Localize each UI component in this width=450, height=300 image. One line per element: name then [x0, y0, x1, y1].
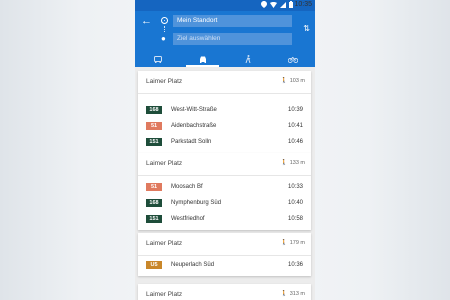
origin-input[interactable]: Mein Standort	[173, 15, 292, 27]
stop-card-header: Laimer Platz 🚶 103 m	[138, 71, 311, 94]
signal-icon	[280, 1, 286, 8]
departure-row[interactable]: 151 Parkstadt Solln 10:46	[138, 134, 311, 150]
origin-marker-icon	[161, 17, 168, 24]
transport-mode-tabs	[135, 51, 315, 67]
walk-icon: 🚶	[280, 291, 288, 297]
departure-time: 10:39	[287, 107, 303, 113]
stop-name: Laimer Platz	[146, 240, 183, 247]
car-icon	[199, 56, 206, 63]
status-icons	[261, 1, 293, 8]
phone-screen: 10:35 ← ● Mein Standort Ziel auswählen ⇅	[135, 0, 315, 300]
departure-time: 10:36	[287, 262, 303, 268]
destination-name: Neuperlach Süd	[171, 262, 215, 268]
destination-name: Nymphenburg Süd	[171, 200, 222, 206]
status-bar: 10:35	[135, 0, 315, 11]
stop-distance: 🚶 133 m	[281, 160, 305, 166]
stop-distance: 🚶 103 m	[281, 78, 305, 84]
stop-name: Laimer Platz	[146, 78, 183, 85]
stop-card-header: Laimer Platz 🚶 313 m	[138, 284, 311, 300]
wifi-icon	[270, 1, 277, 8]
distance-value: 103 m	[289, 78, 305, 84]
walk-icon: 🚶	[280, 160, 288, 166]
line-badge: 168	[146, 199, 162, 207]
destination-input[interactable]: Ziel auswählen	[173, 33, 292, 45]
departure-row[interactable]: 168 Nymphenburg Süd 10:40	[138, 195, 311, 211]
stop-card-header: Laimer Platz 🚶 179 m	[138, 233, 311, 256]
stop-distance: 🚶 179 m	[281, 240, 305, 246]
destination-name: West-Witt-Straße	[171, 107, 217, 113]
destination-name: Moosach Bf	[171, 184, 203, 190]
departure-row[interactable]: 51 Aidenbachstraße 10:41	[138, 118, 311, 134]
battery-icon	[289, 1, 293, 8]
tab-walk[interactable]	[225, 51, 270, 67]
departure-row[interactable]: U5 Neuperlach Süd 10:36	[138, 257, 311, 273]
departure-row[interactable]: 51 Moosach Bf 10:33	[138, 179, 311, 195]
stop-name: Laimer Platz	[146, 291, 183, 298]
line-badge: 151	[146, 138, 162, 146]
swap-icon[interactable]: ⇅	[303, 25, 310, 33]
line-badge: U5	[146, 261, 162, 269]
tab-public-transport[interactable]	[135, 51, 180, 67]
stop-name: Laimer Platz	[146, 160, 183, 167]
stop-card[interactable]: Laimer Platz 🚶 133 m 51 Moosach Bf 10:33 …	[138, 153, 311, 230]
line-badge: 168	[146, 106, 162, 114]
departure-time: 10:58	[287, 216, 303, 222]
back-arrow-icon[interactable]: ←	[141, 14, 152, 28]
route-connector	[164, 26, 166, 32]
location-status-icon	[261, 1, 267, 8]
destination-name: Westfriedhof	[171, 216, 205, 222]
app-bar: ← ● Mein Standort Ziel auswählen ⇅	[135, 11, 315, 67]
status-time: 10:35	[294, 1, 312, 8]
departure-time: 10:41	[287, 123, 303, 129]
walk-icon	[245, 55, 250, 63]
line-badge: 51	[146, 122, 162, 130]
distance-value: 313 m	[289, 291, 305, 297]
destination-name: Parkstadt Solln	[171, 139, 212, 145]
tab-bike[interactable]	[270, 51, 315, 67]
tab-car[interactable]	[180, 51, 225, 67]
line-badge: 151	[146, 215, 162, 223]
stop-card[interactable]: Laimer Platz 🚶 103 m 168 West-Witt-Straße…	[138, 71, 311, 153]
departure-row[interactable]: 151 Westfriedhof 10:58	[138, 211, 311, 227]
stop-card[interactable]: Laimer Platz 🚶 313 m	[138, 284, 311, 300]
bus-icon	[153, 55, 162, 63]
departure-row[interactable]: 168 West-Witt-Straße 10:39	[138, 102, 311, 118]
destination-name: Aidenbachstraße	[171, 123, 217, 129]
distance-value: 179 m	[289, 240, 305, 246]
destination-pin-icon: ●	[161, 34, 166, 43]
departure-time: 10:33	[287, 184, 303, 190]
stop-card-header: Laimer Platz 🚶 133 m	[138, 153, 311, 176]
bike-icon	[287, 56, 298, 63]
departure-time: 10:46	[287, 139, 303, 145]
walk-icon: 🚶	[280, 240, 288, 246]
distance-value: 133 m	[289, 160, 305, 166]
departure-time: 10:40	[287, 200, 303, 206]
stop-distance: 🚶 313 m	[281, 291, 305, 297]
stop-card[interactable]: Laimer Platz 🚶 179 m U5 Neuperlach Süd 10…	[138, 233, 311, 276]
walk-icon: 🚶	[280, 78, 288, 84]
line-badge: 51	[146, 183, 162, 191]
